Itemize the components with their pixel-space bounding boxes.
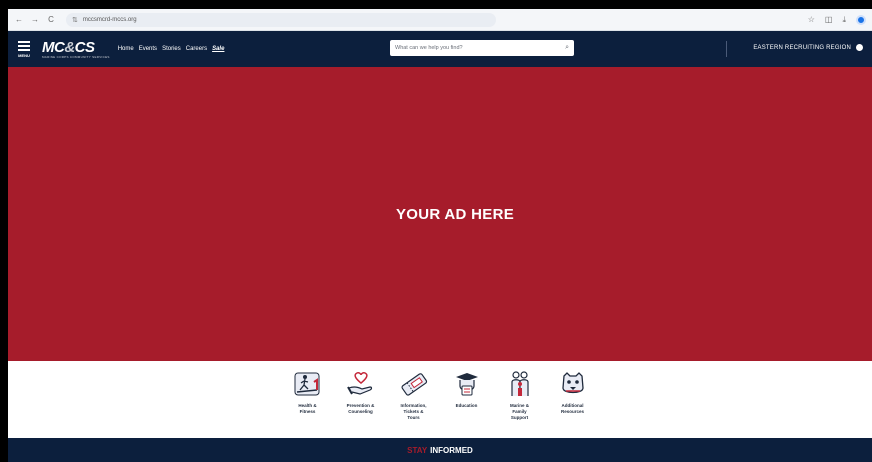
category-label: Additional Resources [561,403,584,415]
top-nav: Home Events Stories Careers Sale [118,46,225,52]
category-label-line: Education [455,403,478,408]
address-bar[interactable]: ⇅ mccsmcrd-mccs.org [66,12,496,27]
category-label: Education [456,403,478,409]
category-label-line: Additional [561,403,584,408]
category-label: Health & Fitness [298,403,316,415]
site-header: MENU MC&CS MARINE CORPS COMMUNITY SERVIC… [8,31,872,67]
logo-wordmark: MC&CS [42,40,110,55]
logo-part-cs: CS [74,38,95,56]
browser-toolbar: ← → C ⇅ mccsmcrd-mccs.org ☆ ◫ ⤓ [8,9,872,31]
ad-text: YOUR AD HERE [395,205,515,223]
back-icon[interactable]: ← [14,15,24,24]
category-label: Information, Tickets & Tours [401,403,427,421]
nav-stories[interactable]: Stories [162,46,181,52]
category-label: Marine & Family Support [510,403,529,421]
search-icon[interactable]: ⌕ [565,44,569,52]
profile-icon[interactable] [856,14,866,25]
category-label-line: Marine & [509,403,529,408]
hamburger-icon [18,41,30,43]
category-label-line: Tickets & [403,409,424,414]
category-additional-resources[interactable]: Additional Resources [550,369,596,438]
ticket-icon [397,369,431,399]
category-label-line: Health & [298,403,317,408]
url-text[interactable]: mccsmcrd-mccs.org [83,17,137,23]
stay-label: STAY [407,445,428,455]
stay-informed-banner[interactable]: STAY INFORMED [8,438,872,462]
category-label-line: Information, [400,403,427,408]
logo-ampersand: & [64,38,75,56]
logo-subtitle: MARINE CORPS COMMUNITY SERVICES [42,54,110,59]
header-divider [726,41,727,57]
search-input[interactable]: What can we help you find? ⌕ [390,40,574,56]
mccs-logo[interactable]: MC&CS MARINE CORPS COMMUNITY SERVICES [42,40,110,59]
browser-window: ← → C ⇅ mccsmcrd-mccs.org ☆ ◫ ⤓ MENU MC&… [8,9,872,462]
category-label-line: Support [510,415,529,420]
site-info-icon[interactable]: ⇅ [72,16,78,24]
bulldog-icon [556,369,590,399]
category-info-tickets-tours[interactable]: Information, Tickets & Tours [391,369,437,438]
menu-button[interactable]: MENU [16,40,32,58]
category-health-fitness[interactable]: Health & Fitness [285,369,331,438]
category-label-line: Family [512,409,527,414]
category-label-line: Counseling [348,409,373,414]
nav-careers[interactable]: Careers [186,46,207,52]
family-icon [503,369,537,399]
graduation-cap-icon [450,369,484,399]
forward-icon[interactable]: → [30,15,40,24]
logo-part-mc: MC [42,38,65,56]
heart-hand-icon [344,369,378,399]
nav-sale[interactable]: Sale [212,46,224,52]
category-label-line: Resources [560,409,584,414]
category-bar: Health &Fitness Prevention &Counseling [8,361,872,438]
nav-events[interactable]: Events [139,46,157,52]
category-label-line: Prevention & [346,403,375,408]
region-label: EASTERN RECRUITING REGION [753,44,851,51]
category-label-line: Fitness [299,409,316,414]
star-icon[interactable]: ☆ [808,15,815,24]
search-placeholder: What can we help you find? [395,45,463,51]
category-education[interactable]: Education [444,369,490,438]
category-label: Prevention & Counseling [347,403,375,415]
globe-icon [855,43,864,52]
informed-label: INFORMED [430,445,473,455]
ad-banner[interactable]: YOUR AD HERE [8,67,872,361]
nav-home[interactable]: Home [118,46,134,52]
region-selector[interactable]: EASTERN RECRUITING REGION [753,43,864,52]
category-marine-family-support[interactable]: Marine & Family Support [497,369,543,438]
treadmill-icon [291,369,325,399]
download-icon[interactable]: ⤓ [842,15,846,25]
hamburger-icon-bar [18,45,30,47]
sidebar-icon[interactable]: ◫ [825,15,833,24]
menu-label: MENU [18,53,30,58]
browser-actions: ☆ ◫ ⤓ [808,14,866,25]
category-prevention-counseling[interactable]: Prevention & Counseling [338,369,384,438]
hamburger-icon-bar [18,49,30,51]
reload-icon[interactable]: C [46,15,56,24]
category-label-line: Tours [407,415,420,420]
